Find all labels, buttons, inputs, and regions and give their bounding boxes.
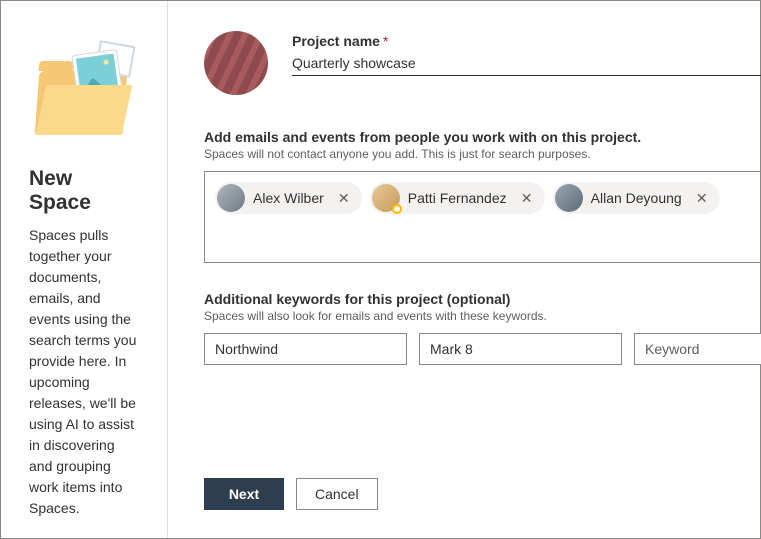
required-asterisk: *: [383, 33, 388, 49]
person-name: Allan Deyoung: [591, 190, 682, 206]
keyword-input-3[interactable]: [634, 333, 761, 365]
folder-illustration: [29, 33, 139, 143]
project-name-label: Project name*: [292, 33, 761, 49]
keyword-input-1[interactable]: [204, 333, 407, 365]
new-space-dialog: New Space Spaces pulls together your doc…: [0, 0, 761, 539]
person-name: Alex Wilber: [253, 190, 324, 206]
person-chip: Allan Deyoung ✕: [553, 182, 720, 214]
person-chip: Patti Fernandez ✕: [370, 182, 545, 214]
right-panel: Project name* Add emails and events from…: [168, 1, 761, 538]
avatar: [217, 184, 245, 212]
next-button[interactable]: Next: [204, 478, 284, 510]
person-chip: Alex Wilber ✕: [215, 182, 362, 214]
keywords-section-label: Additional keywords for this project (op…: [204, 291, 761, 307]
person-name: Patti Fernandez: [408, 190, 507, 206]
remove-person-icon[interactable]: ✕: [692, 188, 712, 208]
left-panel: New Space Spaces pulls together your doc…: [1, 1, 168, 538]
project-row: Project name*: [204, 31, 761, 95]
remove-person-icon[interactable]: ✕: [517, 188, 537, 208]
dialog-buttons: Next Cancel: [204, 478, 378, 510]
left-description: Spaces pulls together your documents, em…: [29, 225, 139, 519]
project-avatar[interactable]: [204, 31, 268, 95]
people-section-sub: Spaces will not contact anyone you add. …: [204, 147, 761, 161]
cancel-button[interactable]: Cancel: [296, 478, 378, 510]
keyword-input-2[interactable]: [419, 333, 622, 365]
remove-person-icon[interactable]: ✕: [334, 188, 354, 208]
keywords-row: [204, 333, 761, 365]
keywords-section-sub: Spaces will also look for emails and eve…: [204, 309, 761, 323]
presence-away-icon: [392, 204, 402, 214]
people-section-label: Add emails and events from people you wo…: [204, 129, 761, 145]
people-picker[interactable]: Alex Wilber ✕ Patti Fernandez ✕ Allan De…: [204, 171, 761, 263]
left-title: New Space: [29, 167, 139, 215]
project-name-input[interactable]: [292, 49, 761, 76]
avatar: [555, 184, 583, 212]
avatar: [372, 184, 400, 212]
